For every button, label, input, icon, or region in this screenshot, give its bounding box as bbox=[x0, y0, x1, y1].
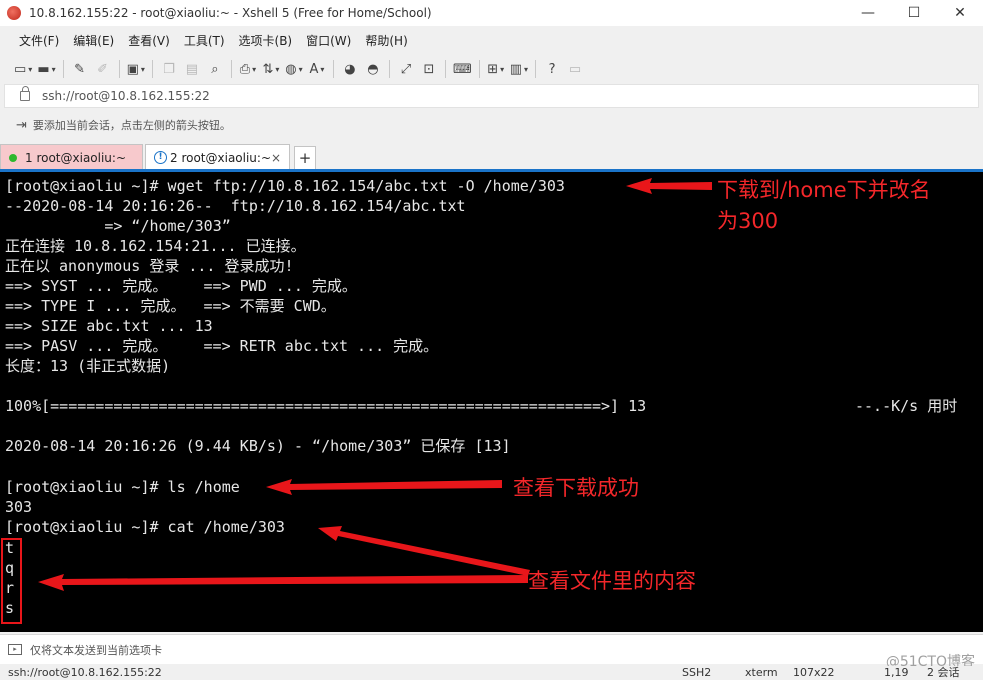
new-tab-button[interactable]: + bbox=[294, 146, 316, 170]
tab-label: 1 root@xiaoliu:~ bbox=[25, 150, 127, 165]
annotation-cat-note: 查看文件里的内容 bbox=[528, 569, 696, 593]
font-icon[interactable]: A ▾ bbox=[306, 58, 328, 80]
annotation-download-note-2: 为300 bbox=[717, 209, 779, 233]
paste-icon[interactable]: ▤ bbox=[181, 58, 203, 80]
connected-status-icon bbox=[9, 153, 17, 162]
copy-icon[interactable]: ❐ bbox=[158, 58, 180, 80]
find-icon[interactable]: ⌕ bbox=[204, 58, 226, 80]
reconnect-icon[interactable]: ✎ bbox=[69, 58, 91, 80]
xshell-logo-icon bbox=[7, 6, 21, 20]
globe-icon[interactable]: ◍ ▾ bbox=[283, 58, 305, 80]
menu-bar: 文件(F) 编辑(E) 查看(V) 工具(T) 选项卡(B) 窗口(W) 帮助(… bbox=[0, 27, 983, 53]
send-keyboard-icon[interactable]: ▸ bbox=[8, 644, 22, 655]
status-bar: ssh://root@10.8.162.155:22 SSH2 xterm 10… bbox=[0, 666, 983, 680]
toolbar-divider bbox=[151, 60, 153, 78]
tab-session-2[interactable]: ! 2 root@xiaoliu:~ × bbox=[145, 144, 290, 170]
window-controls: — ☐ ✕ bbox=[845, 0, 983, 26]
terminal-area[interactable]: [root@xiaoliu ~]# wget ftp://10.8.162.15… bbox=[0, 172, 983, 632]
toolbar-divider bbox=[118, 60, 120, 78]
status-terminal-type: xterm bbox=[745, 666, 778, 679]
toolbar-divider bbox=[388, 60, 390, 78]
close-tab-icon[interactable]: × bbox=[271, 151, 281, 165]
toolbar-divider bbox=[478, 60, 480, 78]
menu-window[interactable]: 窗口(W) bbox=[301, 32, 356, 49]
new-session-icon[interactable]: ▭ ▾ bbox=[12, 58, 34, 80]
fullscreen-icon[interactable]: ⤢ bbox=[395, 58, 417, 80]
annotation-ls-note: 查看下载成功 bbox=[513, 476, 639, 500]
properties-icon[interactable]: ▣ ▾ bbox=[125, 58, 147, 80]
add-session-arrow-icon[interactable]: ⇥ bbox=[16, 118, 27, 133]
layout-icon[interactable]: ▥ ▾ bbox=[508, 58, 530, 80]
arrow-wget bbox=[626, 178, 712, 194]
print-icon[interactable]: ⎙ ▾ bbox=[237, 58, 259, 80]
toolbar-divider bbox=[332, 60, 334, 78]
menu-file[interactable]: 文件(F) bbox=[14, 32, 64, 49]
help-icon[interactable]: ? bbox=[541, 58, 563, 80]
toolbar-divider bbox=[230, 60, 232, 78]
toolbar-divider bbox=[535, 60, 537, 78]
menu-help[interactable]: 帮助(H) bbox=[360, 32, 412, 49]
tab-label: 2 root@xiaoliu:~ bbox=[170, 150, 272, 165]
arrow-cat bbox=[318, 526, 530, 576]
session-hint-bar: ⇥ 要添加当前会话，点击左侧的箭头按钮。 bbox=[4, 112, 979, 138]
add-tab-icon[interactable]: ⊞ ▾ bbox=[485, 58, 507, 80]
arrow-contents bbox=[38, 574, 528, 591]
close-button[interactable]: ✕ bbox=[937, 0, 983, 26]
disconnect-icon[interactable]: ✐ bbox=[92, 58, 114, 80]
status-cursor: 1,19 bbox=[884, 666, 909, 679]
maximize-button[interactable]: ☐ bbox=[891, 0, 937, 26]
annotation-arrows bbox=[38, 178, 712, 591]
menu-view[interactable]: 查看(V) bbox=[123, 32, 175, 49]
window-title: 10.8.162.155:22 - root@xiaoliu:~ - Xshel… bbox=[29, 6, 432, 20]
lock-screen-icon[interactable]: ⊡ bbox=[418, 58, 440, 80]
status-size: 107x22 bbox=[793, 666, 835, 679]
tab-session-1[interactable]: 1 root@xiaoliu:~ bbox=[0, 144, 143, 170]
address-bar[interactable]: ssh://root@10.8.162.155:22 bbox=[4, 84, 979, 108]
minimize-button[interactable]: — bbox=[845, 0, 891, 26]
arrow-ls bbox=[266, 479, 502, 495]
toolbar: ▭ ▾ ▬ ▾ ✎ ✐ ▣ ▾ ❐ ▤ ⌕ ⎙ ▾ ⇅ ▾ ◍ ▾ A ▾ ◕ ◓ ⤢ ⊡ ⌨… bbox=[0, 56, 983, 82]
menu-edit[interactable]: 编辑(E) bbox=[68, 32, 119, 49]
compose-placeholder: 仅将文本发送到当前选项卡 bbox=[30, 643, 162, 657]
toolbar-divider bbox=[62, 60, 64, 78]
toolbar-divider bbox=[444, 60, 446, 78]
status-sessions: 2 会话 bbox=[927, 666, 960, 679]
menu-tools[interactable]: 工具(T) bbox=[179, 32, 230, 49]
alert-icon: ! bbox=[154, 151, 167, 164]
transfer-icon[interactable]: ⇅ ▾ bbox=[260, 58, 282, 80]
title-bar: 10.8.162.155:22 - root@xiaoliu:~ - Xshel… bbox=[0, 0, 983, 26]
hint-text: 要添加当前会话，点击左侧的箭头按钮。 bbox=[32, 119, 231, 132]
compose-bar[interactable]: ▸ 仅将文本发送到当前选项卡 bbox=[0, 634, 983, 664]
chat-icon[interactable]: ▭ bbox=[564, 58, 586, 80]
status-protocol: SSH2 bbox=[682, 666, 712, 679]
lock-icon bbox=[20, 86, 30, 101]
status-connection: ssh://root@10.8.162.155:22 bbox=[8, 666, 162, 679]
xftp-icon[interactable]: ◕ bbox=[339, 58, 361, 80]
xshell-icon[interactable]: ◓ bbox=[362, 58, 384, 80]
tab-bar: 1 root@xiaoliu:~ ! 2 root@xiaoliu:~ × + bbox=[0, 143, 983, 170]
keyboard-icon[interactable]: ⌨ bbox=[451, 58, 474, 80]
menu-tabs[interactable]: 选项卡(B) bbox=[234, 32, 298, 49]
annotation-download-note: 下载到/home下并改名 bbox=[717, 178, 931, 202]
address-text: ssh://root@10.8.162.155:22 bbox=[42, 89, 210, 103]
open-folder-icon[interactable]: ▬ ▾ bbox=[35, 58, 57, 80]
